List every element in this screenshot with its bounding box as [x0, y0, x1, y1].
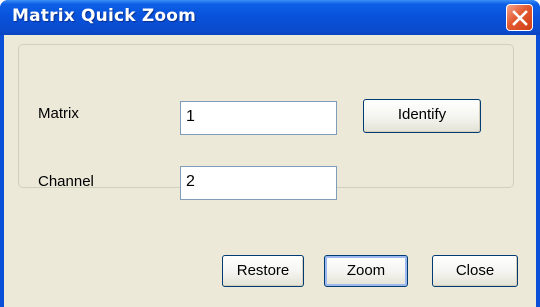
channel-input[interactable]: 2 [180, 166, 337, 200]
restore-button[interactable]: Restore [222, 255, 304, 287]
zoom-button[interactable]: Zoom [324, 255, 408, 287]
close-button[interactable]: Close [432, 255, 518, 287]
identify-button[interactable]: Identify [363, 99, 481, 133]
window-title: Matrix Quick Zoom [12, 6, 197, 26]
title-bar[interactable]: Matrix Quick Zoom [0, 0, 540, 35]
channel-label: Channel [38, 173, 94, 190]
matrix-input[interactable]: 1 [180, 101, 337, 135]
matrix-label: Matrix [38, 105, 79, 122]
close-icon [512, 10, 528, 26]
window-close-button[interactable] [506, 4, 533, 31]
dialog-window: Matrix Quick Zoom Matrix 1 Identify Chan… [0, 0, 540, 307]
